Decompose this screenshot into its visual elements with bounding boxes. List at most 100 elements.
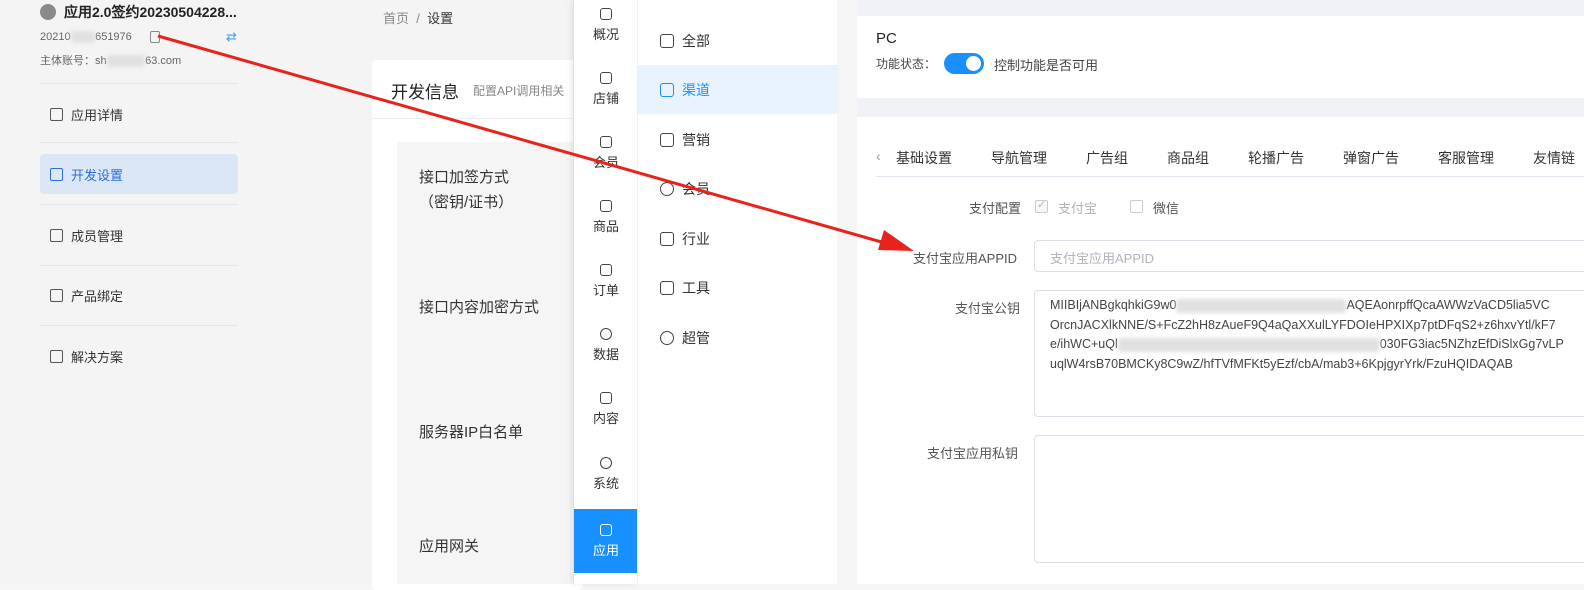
submenu-item-label: 全部: [682, 32, 710, 49]
marketing-icon: [660, 132, 674, 147]
tabs-prev-icon[interactable]: ‹: [876, 148, 881, 164]
sidebar-item-app-detail[interactable]: 应用详情: [40, 94, 238, 134]
pubkey-line-part: 030FG3iac5NZhzEfDiSlxGg7vLP: [1379, 337, 1564, 351]
submenu-item-industry[interactable]: 行业: [638, 214, 838, 263]
shop-icon: [600, 71, 612, 84]
pubkey-line-part: AQEAonrpffQcaAWWzVaCD5lia5VC: [1346, 298, 1550, 312]
divider: [372, 118, 582, 119]
submenu-item-member[interactable]: 会员: [638, 164, 838, 213]
rail-item-order[interactable]: 订单: [574, 249, 638, 313]
pubkey-line: e/ihWC+uQl 030FG3iac5NZhzEfDiSlxGg7vLP: [1050, 335, 1584, 355]
sidebar-item-label: 成员管理: [71, 228, 124, 244]
rail-item-label: 商品: [592, 218, 619, 234]
status-label: 功能状态：: [876, 57, 937, 71]
alipay-checkbox[interactable]: [1035, 198, 1048, 213]
appid-label: 支付宝应用APPID: [913, 251, 1018, 266]
rail-item-member[interactable]: 会员: [574, 121, 638, 185]
breadcrumb-separator: /: [416, 11, 420, 26]
main-account: 主体账号：shxxxxxxx63.com: [40, 52, 181, 68]
rail-item-content[interactable]: 内容: [574, 377, 638, 441]
order-icon: [600, 263, 612, 276]
submenu-item-label: 营销: [682, 131, 710, 148]
rail-item-data[interactable]: 数据: [574, 313, 638, 377]
submenu-item-label: 渠道: [682, 81, 710, 98]
sidebar-item-product-bind[interactable]: 产品绑定: [40, 275, 238, 315]
redacted-mask: [1117, 337, 1380, 352]
pubkey-line: uqlW4rsB70BMCKy8C9wZ/hfTVfMFKt5yEzf/cbA/…: [1050, 356, 1513, 371]
all-icon: [660, 33, 674, 48]
rail-item-app[interactable]: 应用: [574, 509, 638, 573]
submenu-item-marketing[interactable]: 营销: [638, 115, 838, 164]
sidebar-item-label: 应用详情: [71, 107, 124, 123]
submenu-item-channel[interactable]: 渠道: [638, 65, 838, 114]
breadcrumb-current: 设置: [427, 11, 454, 26]
gateway-label: 应用网关: [419, 538, 480, 555]
divider: [40, 325, 238, 326]
sign-method-sublabel: （密钥/证书）: [419, 194, 514, 211]
tool-icon: [660, 280, 674, 295]
sign-method-label: 接口加签方式: [419, 169, 510, 186]
industry-icon: [660, 231, 674, 246]
tab-friend-links[interactable]: 友情链: [1533, 148, 1575, 168]
members-icon: [50, 228, 63, 242]
dev-info-title: 开发信息: [391, 83, 459, 102]
encrypt-method-label: 接口内容加密方式: [419, 299, 540, 316]
channel-icon: [660, 82, 674, 97]
tab-customer-service[interactable]: 客服管理: [1438, 148, 1494, 168]
tab-goods-group[interactable]: 商品组: [1167, 148, 1209, 168]
rail-item-shop[interactable]: 店铺: [574, 57, 638, 121]
tab-ad-group[interactable]: 广告组: [1086, 148, 1128, 168]
rail-item-label: 会员: [592, 154, 619, 170]
data-icon: [600, 327, 612, 340]
rail-item-label: 订单: [592, 282, 619, 298]
rail-item-label: 应用: [592, 542, 619, 558]
status-description: 控制功能是否可用: [994, 58, 1099, 73]
sidebar-item-members[interactable]: 成员管理: [40, 215, 238, 255]
rail-item-goods[interactable]: 商品: [574, 185, 638, 249]
app-id-prefix: 20210: [40, 31, 71, 43]
member-icon: [600, 135, 612, 148]
pay-config-label: 支付配置: [969, 201, 1022, 216]
wechat-checkbox[interactable]: [1130, 200, 1143, 213]
dev-settings-icon: [50, 167, 63, 181]
rail-item-overview[interactable]: 概况: [574, 0, 638, 57]
submenu-item-all[interactable]: 全部: [638, 16, 838, 65]
breadcrumb-home[interactable]: 首页: [383, 11, 409, 26]
tab-popup-ads[interactable]: 弹窗广告: [1343, 148, 1399, 168]
tab-basic-settings[interactable]: 基础设置: [896, 148, 952, 168]
divider: [40, 83, 238, 84]
pc-title: PC: [876, 30, 897, 47]
rail-item-system[interactable]: 系统: [574, 442, 638, 506]
submenu-item-tool[interactable]: 工具: [638, 263, 838, 312]
tab-nav-management[interactable]: 导航管理: [991, 148, 1047, 168]
status-toggle[interactable]: [944, 53, 984, 74]
member-icon: [660, 181, 674, 196]
submenu-item-label: 行业: [682, 230, 710, 247]
submenu-item-admin[interactable]: 超管: [638, 313, 838, 362]
sidebar-item-solution[interactable]: 解决方案: [40, 336, 238, 376]
appid-input[interactable]: 支付宝应用APPID: [1034, 240, 1584, 272]
product-bind-icon: [50, 288, 63, 302]
app-id-suffix: 651976: [95, 31, 132, 43]
main-nav-rail: 概况 店铺 会员 商品 订单 数据 内容 系统 应用: [573, 0, 638, 584]
tab-carousel-ads[interactable]: 轮播广告: [1248, 148, 1304, 168]
redacted-mask: [1176, 298, 1347, 313]
wechat-checkbox-label[interactable]: 微信: [1153, 198, 1179, 217]
submenu-item-label: 会员: [682, 180, 710, 197]
content-icon: [600, 391, 612, 404]
solution-icon: [50, 349, 63, 363]
app-detail-icon: [50, 107, 63, 121]
appid-placeholder: 支付宝应用APPID: [1050, 251, 1155, 266]
sidebar-item-dev-settings[interactable]: 开发设置: [40, 154, 238, 194]
privkey-textarea[interactable]: [1034, 435, 1584, 563]
alipay-checkbox-label[interactable]: 支付宝: [1058, 198, 1097, 217]
swap-icon[interactable]: ⇄: [226, 29, 237, 45]
redacted-mask: 0000: [70, 31, 96, 43]
tabs-underline: [876, 176, 1584, 177]
goods-icon: [600, 199, 612, 212]
submenu-item-label: 工具: [682, 279, 710, 296]
sidebar-item-label: 产品绑定: [71, 288, 124, 304]
pubkey-line: OrcnJACXlkNNE/S+FcZ2hH8zAueF9Q4aQaXXulLY…: [1050, 317, 1556, 332]
breadcrumb: 首页 / 设置: [383, 8, 453, 27]
copy-icon[interactable]: [150, 31, 160, 43]
